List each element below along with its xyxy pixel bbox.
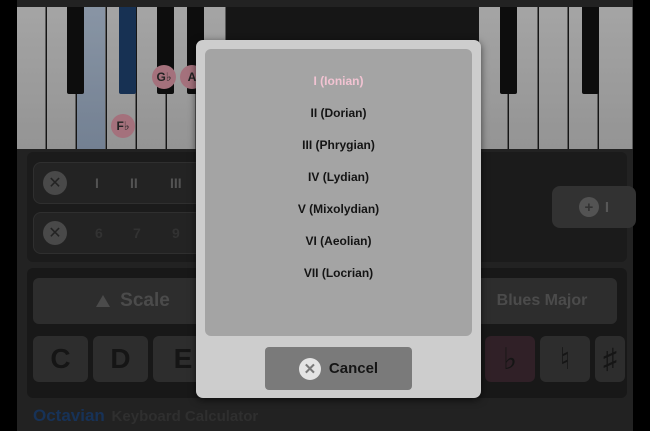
mode-option-lydian[interactable]: IV (Lydian) — [205, 161, 472, 193]
mode-option-ionian[interactable]: I (Ionian) — [205, 65, 472, 97]
mode-option-mixolydian[interactable]: V (Mixolydian) — [205, 193, 472, 225]
mode-option-dorian[interactable]: II (Dorian) — [205, 97, 472, 129]
close-icon: ✕ — [298, 357, 321, 380]
mode-list: I (Ionian) II (Dorian) III (Phrygian) IV… — [205, 49, 472, 336]
mode-option-phrygian[interactable]: III (Phrygian) — [205, 129, 472, 161]
cancel-button[interactable]: ✕ Cancel — [265, 347, 412, 390]
mode-option-locrian[interactable]: VII (Locrian) — [205, 257, 472, 289]
mode-option-aeolian[interactable]: VI (Aeolian) — [205, 225, 472, 257]
cancel-label: Cancel — [328, 360, 379, 377]
mode-picker-dialog: I (Ionian) II (Dorian) III (Phrygian) IV… — [196, 40, 481, 398]
